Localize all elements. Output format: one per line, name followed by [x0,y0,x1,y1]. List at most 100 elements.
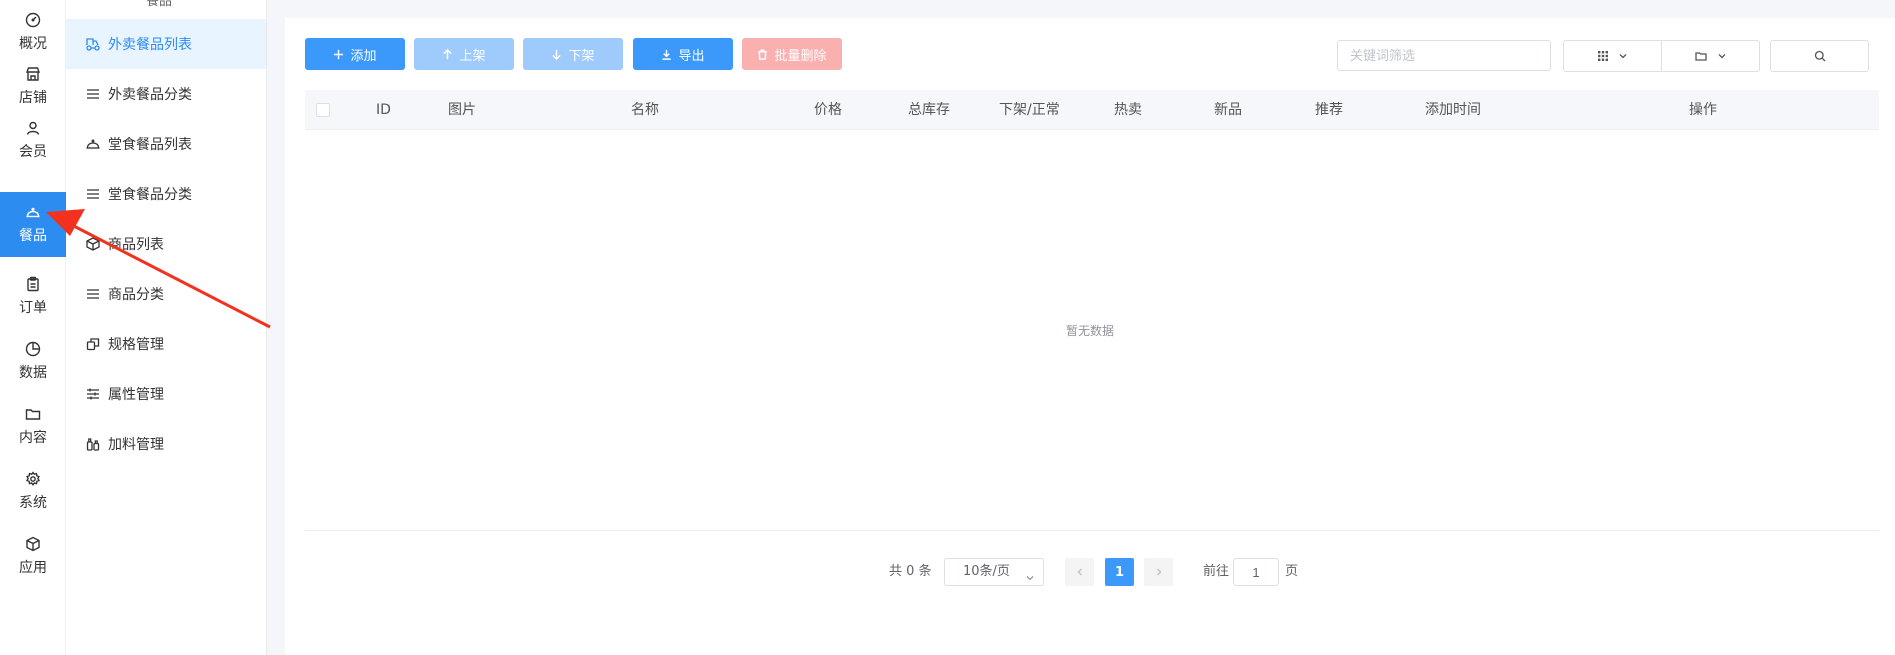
sub-item-product-category[interactable]: 商品分类 [66,269,266,319]
sub-item-label: 商品列表 [108,237,164,253]
table-header: ID 图片 名称 价格 总库存 下架/正常 热卖 新品 推荐 添加时间 操作 [305,90,1879,130]
batch-delete-button[interactable]: 批量删除 [742,38,842,70]
shelve-up-button-label: 上架 [459,47,486,63]
main-panel: 添加 上架 下架 导出 批量删除 关键词筛选 ID 图片 名称 价格 总库存 下… [285,18,1895,655]
goto-page-input[interactable] [1233,558,1279,586]
bottle-icon [86,438,100,451]
folder-icon [25,409,41,420]
rail-item-label: 店铺 [19,90,47,106]
column-header-new: 新品 [1214,102,1242,118]
search-icon [1814,50,1825,62]
rail-item-apps[interactable]: 应用 [0,524,66,589]
box-icon [86,237,100,251]
cloche-icon [26,207,40,218]
rail-item-label: 会员 [19,144,47,160]
rail-item-meals[interactable]: 餐品 [0,192,66,257]
grid-view-dropdown[interactable] [1563,40,1662,72]
select-all-checkbox[interactable] [316,103,330,117]
column-header-id: ID [376,102,391,118]
search-button[interactable] [1770,40,1869,72]
table-bottom-divider [305,530,1879,531]
sub-item-label: 规格管理 [108,337,164,353]
goto-label: 前往 [1203,564,1230,579]
store-icon [25,67,41,81]
list-icon [87,89,99,99]
rail-item-system[interactable]: 系统 [0,459,66,524]
shelve-down-button-label: 下架 [568,47,595,63]
chevron-right-icon [1156,568,1162,576]
next-page-button[interactable] [1144,558,1173,586]
rail-item-label: 应用 [19,560,47,576]
arrow-down-icon [552,49,562,60]
folder-icon [1694,52,1707,61]
main-rail: 概况 店铺 会员 餐品 订单 数据 内容 系统 应用 [0,0,66,655]
folder-dropdown[interactable] [1661,40,1760,72]
sub-item-label: 属性管理 [108,387,164,403]
sub-item-dinein-meal-list[interactable]: 堂食餐品列表 [66,119,266,169]
clipboard-icon [27,276,39,292]
goto-page-suffix: 页 [1285,564,1299,579]
chevron-down-icon [1619,54,1626,59]
shelve-up-button[interactable]: 上架 [414,38,514,70]
sub-item-label: 商品分类 [108,287,164,303]
rail-item-label: 数据 [19,365,47,381]
column-header-created-time: 添加时间 [1425,102,1481,118]
sub-item-dinein-meal-category[interactable]: 堂食餐品分类 [66,169,266,219]
keyword-search-input[interactable] [1337,40,1551,71]
add-button-label: 添加 [350,47,377,63]
arrow-up-icon [443,48,453,59]
export-button[interactable]: 导出 [633,38,733,70]
rail-item-label: 餐品 [19,228,47,244]
copy-icon [86,338,100,351]
cloche-icon [86,139,100,149]
sub-item-delivery-meal-category[interactable]: 外卖餐品分类 [66,69,266,119]
column-header-hot: 热卖 [1114,102,1142,118]
pie-chart-icon [25,341,41,357]
batch-delete-button-label: 批量删除 [774,47,827,63]
rail-item-label: 系统 [19,495,47,511]
plus-icon [334,49,344,59]
column-header-price: 价格 [814,102,842,118]
chevron-down-icon [1718,54,1725,59]
app-root: 概况 店铺 会员 餐品 订单 数据 内容 系统 应用 餐品 外卖餐品列表 外卖餐… [0,0,1895,655]
page-size-value: 10条/页 [963,564,1010,579]
column-header-status: 下架/正常 [999,102,1060,118]
rail-item-label: 订单 [19,300,47,316]
sliders-icon [87,388,99,400]
page-number-button[interactable]: 1 [1105,558,1134,586]
list-icon [87,189,99,199]
download-icon [662,49,672,60]
sub-item-product-list[interactable]: 商品列表 [66,219,266,269]
table-empty-text: 暂无数据 [1065,324,1114,338]
column-header-image: 图片 [448,102,476,118]
column-header-name: 名称 [631,102,659,118]
rail-item-content[interactable]: 内容 [0,394,66,459]
dashboard-icon [25,12,41,28]
sub-item-label: 加料管理 [108,437,164,453]
sub-item-spec-management[interactable]: 规格管理 [66,319,266,369]
add-button[interactable]: 添加 [305,38,405,70]
page-size-select[interactable]: 10条/页 [944,558,1044,586]
sub-item-label: 外卖餐品列表 [108,37,192,53]
rail-item-order[interactable]: 订单 [0,264,66,329]
column-header-total-stock: 总库存 [908,102,950,118]
sub-item-topping-management[interactable]: 加料管理 [66,419,266,469]
sub-item-label: 堂食餐品列表 [108,137,192,153]
chevron-left-icon [1076,568,1082,576]
cube-icon [26,536,40,552]
column-header-actions: 操作 [1689,102,1717,118]
rail-item-data[interactable]: 数据 [0,329,66,394]
export-button-label: 导出 [678,47,705,63]
sub-menu-header: 餐品 [146,0,173,9]
sub-item-attribute-management[interactable]: 属性管理 [66,369,266,419]
rail-item-label: 内容 [19,430,47,446]
sub-menu: 餐品 外卖餐品列表 外卖餐品分类 堂食餐品列表 堂食餐品分类 商品列表 商品分类… [66,0,267,655]
list-icon [87,289,99,299]
shelve-down-button[interactable]: 下架 [523,38,623,70]
trash-icon [758,49,768,60]
prev-page-button[interactable] [1065,558,1094,586]
grid-icon [1597,51,1608,61]
delivery-icon [86,38,100,51]
sub-item-delivery-meal-list[interactable]: 外卖餐品列表 [66,19,266,69]
rail-item-member[interactable]: 会员 [0,108,66,173]
